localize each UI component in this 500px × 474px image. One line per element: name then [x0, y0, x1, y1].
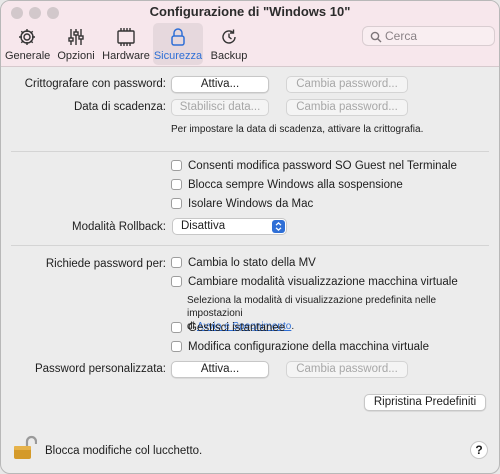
tab-hardware[interactable]: Hardware	[101, 23, 151, 65]
checkbox-guest-password[interactable]: Consenti modifica password SO Guest nel …	[171, 160, 457, 172]
search-field[interactable]	[362, 26, 495, 46]
settings-window: Configurazione di "Windows 10" Generale	[0, 0, 500, 474]
encryption-activate-button[interactable]: Attiva...	[171, 76, 269, 93]
expiration-note: Per impostare la data di scadenza, attiv…	[171, 124, 424, 135]
separator	[11, 245, 489, 246]
set-expiration-date-button[interactable]: Stabilisci data...	[171, 99, 269, 116]
lock-changes-text: Blocca modifiche col lucchetto.	[45, 445, 203, 457]
checkbox-box[interactable]	[171, 341, 182, 352]
checkbox-modify-vm-config[interactable]: Modifica configurazione della macchina v…	[171, 341, 429, 353]
tab-label: Opzioni	[57, 50, 95, 62]
tab-backup[interactable]: Backup	[207, 23, 251, 65]
gear-icon	[17, 27, 37, 50]
tab-label: Backup	[210, 50, 248, 62]
title-bar: Configurazione di "Windows 10" Generale	[1, 1, 499, 67]
expiration-label: Data di scadenza:	[73, 101, 166, 113]
checkbox-isolate-windows[interactable]: Isolare Windows da Mac	[171, 198, 313, 210]
window-title: Configurazione di "Windows 10"	[149, 4, 351, 19]
tab-opzioni[interactable]: Opzioni	[57, 23, 95, 65]
tab-label: Hardware	[102, 50, 150, 62]
checkbox-change-view-mode[interactable]: Cambiare modalità visualizzazione macchi…	[171, 276, 458, 288]
tab-label: Generale	[5, 50, 51, 62]
help-button[interactable]: ?	[470, 441, 488, 459]
rollback-mode-value: Disattiva	[181, 220, 226, 232]
custom-password-change-button[interactable]: Cambia password...	[286, 361, 408, 378]
checkbox-box[interactable]	[171, 160, 182, 171]
restore-defaults-button[interactable]: Ripristina Predefiniti	[364, 394, 486, 411]
rollback-label: Modalità Rollback:	[72, 221, 166, 233]
checkbox-change-vm-state[interactable]: Cambia lo stato della MV	[171, 257, 316, 269]
sliders-icon	[66, 27, 86, 50]
tab-sicurezza[interactable]: Sicurezza	[153, 23, 203, 65]
padlock-open-icon[interactable]	[13, 435, 38, 464]
checkbox-manage-snapshots[interactable]: Gestisci istantanee	[171, 322, 285, 334]
chip-icon	[115, 27, 137, 50]
encryption-label: Crittografare con password:	[24, 78, 166, 90]
chevron-updown-icon	[272, 220, 285, 233]
tab-generale[interactable]: Generale	[5, 23, 51, 65]
checkbox-box[interactable]	[171, 276, 182, 287]
rollback-mode-select[interactable]: Disattiva	[172, 218, 287, 235]
custom-password-label: Password personalizzata:	[34, 363, 166, 375]
checkbox-box[interactable]	[171, 198, 182, 209]
search-icon	[370, 31, 382, 43]
backup-icon	[219, 27, 239, 50]
checkbox-box[interactable]	[171, 322, 182, 333]
checkbox-lock-on-suspend[interactable]: Blocca sempre Windows alla sospensione	[171, 179, 403, 191]
expiration-change-password-button[interactable]: Cambia password...	[286, 99, 408, 116]
search-input[interactable]	[385, 28, 490, 44]
encryption-change-password-button[interactable]: Cambia password...	[286, 76, 408, 93]
tab-label: Sicurezza	[153, 50, 203, 62]
require-password-label: Richiede password per:	[45, 258, 166, 270]
security-pane: Crittografare con password: Attiva... Ca…	[1, 67, 499, 473]
lock-icon	[169, 27, 187, 50]
checkbox-box[interactable]	[171, 179, 182, 190]
separator	[11, 151, 489, 152]
custom-password-activate-button[interactable]: Attiva...	[171, 361, 269, 378]
checkbox-box[interactable]	[171, 257, 182, 268]
